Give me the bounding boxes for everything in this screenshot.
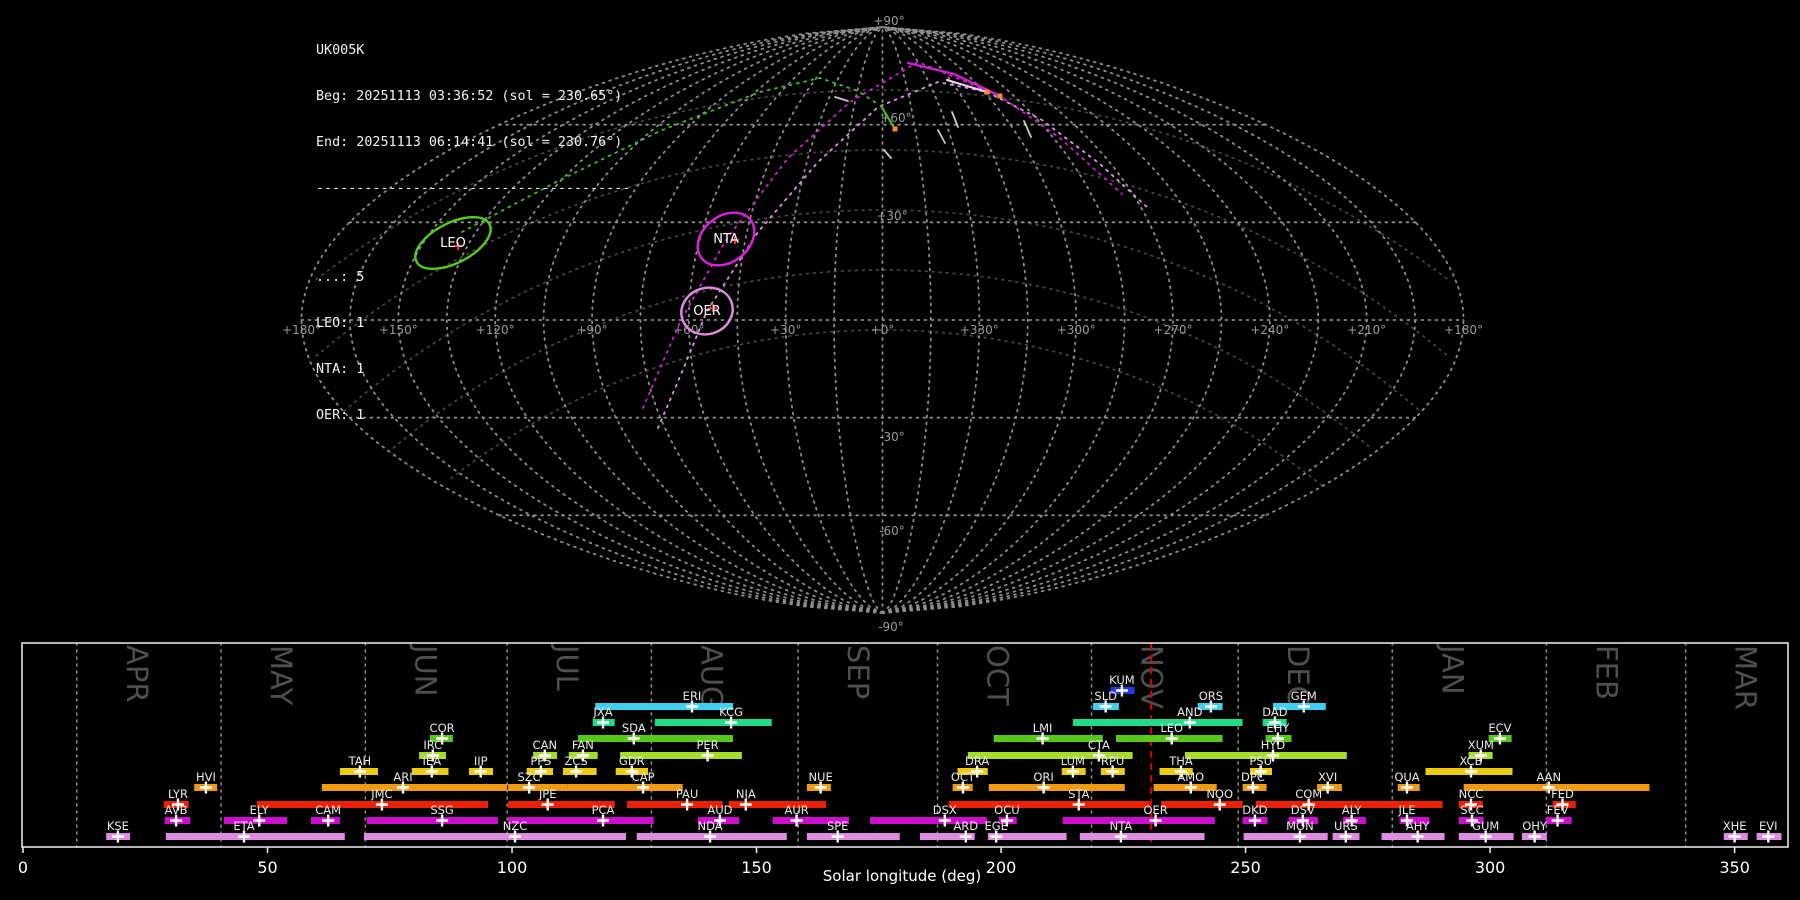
- leo-meteor-endpoint: [893, 127, 898, 132]
- shower-bar-and: [1073, 719, 1243, 726]
- lat-label: +90°: [873, 14, 904, 28]
- axis-tick-label: 50: [257, 858, 277, 877]
- shower-bar-ssg: [367, 817, 498, 824]
- axis-tick-label: 0: [18, 858, 28, 877]
- lat-label: -30°: [879, 430, 905, 444]
- nta-meteor-endpoint: [998, 94, 1003, 99]
- count-leo: LEO: 1: [316, 316, 630, 331]
- observation-header: UK005K Beg: 20251113 03:36:52 (sol = 230…: [316, 12, 630, 485]
- radiant-map-screen: +180°+150°+120°+90°+60°+30°+0°+330°+300°…: [0, 0, 1800, 900]
- axis-tick-label: 100: [497, 858, 528, 877]
- lon-label: +330°: [960, 323, 999, 337]
- count-nta: NTA: 1: [316, 362, 630, 377]
- month-label-oct: OCT: [980, 645, 1014, 706]
- axis-tick-label: 350: [1719, 858, 1750, 877]
- separator-line: ---------------------------------------: [316, 181, 630, 196]
- lat-label: +30°: [876, 209, 907, 223]
- meridian-line: [883, 27, 1464, 613]
- plot-canvas: +180°+150°+120°+90°+60°+30°+0°+330°+300°…: [0, 0, 1800, 900]
- lon-label: +210°: [1347, 323, 1386, 337]
- begin-time: Beg: 20251113 03:36:52 (sol = 230.65°): [316, 89, 630, 104]
- shower-bar-spe: [807, 833, 900, 840]
- axis-tick-label: 250: [1230, 858, 1261, 877]
- axis-tick-label: 150: [741, 858, 772, 877]
- month-label-mar: MAR: [1729, 645, 1763, 710]
- shower-bar-eri: [595, 703, 733, 710]
- radiant-label-nta: NTA: [713, 232, 739, 247]
- month-label-jul: JUL: [550, 643, 584, 691]
- count-sporadic: ...: 5: [316, 270, 630, 285]
- month-label-sep: SEP: [841, 645, 875, 699]
- oer-track: [658, 82, 1148, 428]
- shower-bar-kcg: [655, 719, 772, 726]
- lat-label: -60°: [879, 524, 905, 538]
- sporadic-2: [938, 130, 945, 143]
- count-oer: OER: 1: [316, 408, 630, 423]
- shower-bar-nzc: [364, 833, 626, 840]
- lon-label: +240°: [1250, 323, 1289, 337]
- sporadic-4: [884, 150, 891, 158]
- activity-chart: APRMAYJUNJULAUGSEPOCTNOVDECJANFEBMARKUME…: [18, 643, 1788, 885]
- oer-meteor-endpoint: [985, 90, 990, 95]
- month-label-may: MAY: [264, 645, 298, 706]
- shower-bar-nta: [1080, 833, 1205, 840]
- lon-label: +270°: [1154, 323, 1193, 337]
- month-label-nov: NOV: [1135, 645, 1169, 709]
- x-axis-title: Solar longitude (deg): [823, 867, 981, 885]
- shower-bar-pca: [508, 817, 654, 824]
- shower-bar-cap: [568, 784, 683, 791]
- axis-tick-label: 200: [986, 858, 1017, 877]
- month-label-feb: FEB: [1589, 645, 1623, 700]
- shower-bar-sta: [949, 801, 1150, 808]
- lat-label: -90°: [878, 620, 904, 634]
- shower-bar-mon: [1244, 833, 1328, 840]
- shower-bar-ari: [322, 784, 507, 791]
- lon-label: +180°: [1444, 323, 1483, 337]
- shower-bar-oer: [1063, 817, 1215, 824]
- month-label-jun: JUN: [408, 643, 442, 696]
- axis-tick-label: 300: [1475, 858, 1506, 877]
- month-label-apr: APR: [120, 645, 154, 702]
- end-time: End: 20251113 06:14:41 (sol = 230.76°): [316, 135, 630, 150]
- sporadic-1: [835, 97, 848, 101]
- lon-label: +300°: [1057, 323, 1096, 337]
- meteor-counts: ...: 5 LEO: 1 NTA: 1 OER: 1: [316, 239, 630, 455]
- shower-bar-ori: [989, 784, 1125, 791]
- lon-label: +0°: [871, 323, 895, 337]
- month-label-jan: JAN: [1435, 643, 1469, 695]
- radiant-label-oer: OER: [693, 304, 720, 319]
- station-id: UK005K: [316, 43, 630, 58]
- shower-bar-eta: [166, 833, 345, 840]
- lon-label: +30°: [770, 323, 801, 337]
- sporadic-3: [1024, 121, 1031, 137]
- shower-bar-noo: [1161, 801, 1243, 808]
